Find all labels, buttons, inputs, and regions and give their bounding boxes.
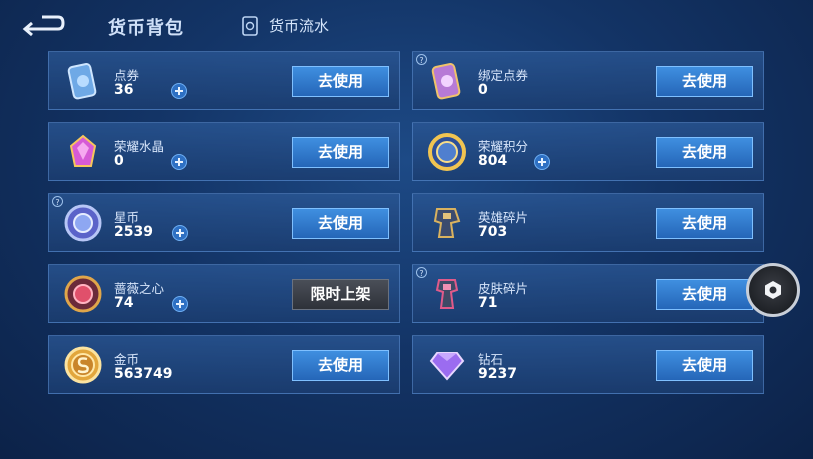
hexagon-icon bbox=[765, 281, 781, 299]
currency-card-bound-coupon: ? 绑定点券 0 去使用 bbox=[412, 51, 764, 110]
use-coupon-button[interactable]: 去使用 bbox=[292, 66, 389, 97]
currency-card-rose-heart: 蔷薇之心 74 限时上架 bbox=[48, 264, 400, 323]
limited-time-tag[interactable]: 限时上架 bbox=[292, 279, 389, 310]
page-title: 货币背包 bbox=[108, 18, 184, 39]
ledger-icon bbox=[242, 15, 258, 36]
use-diamond-button[interactable]: 去使用 bbox=[656, 350, 753, 381]
rose-heart-icon bbox=[64, 275, 102, 313]
back-button[interactable] bbox=[22, 12, 66, 38]
add-rose-heart-button[interactable] bbox=[172, 296, 188, 312]
add-glory-points-button[interactable] bbox=[534, 154, 550, 170]
bound-coupon-icon bbox=[431, 63, 461, 100]
use-glory-points-button[interactable]: 去使用 bbox=[656, 137, 753, 168]
currency-card-glory-points: 荣耀积分 804 去使用 bbox=[412, 122, 764, 181]
back-arrow-icon bbox=[22, 15, 65, 37]
currency-amount: 804 bbox=[478, 153, 508, 169]
currency-amount: 0 bbox=[478, 82, 488, 98]
currency-card-gold-coin: 金币 563749 去使用 bbox=[48, 335, 400, 394]
currency-card-glory-crystal: 荣耀水晶 0 去使用 bbox=[48, 122, 400, 181]
currency-flow-tab[interactable]: 货币流水 bbox=[241, 15, 329, 36]
currency-amount: 9237 bbox=[478, 366, 517, 382]
currency-card-diamond: 钻石 9237 去使用 bbox=[412, 335, 764, 394]
currency-amount: 703 bbox=[478, 224, 508, 240]
currency-amount: 563749 bbox=[114, 366, 173, 382]
floating-menu-button[interactable] bbox=[746, 263, 800, 317]
use-glory-crystal-button[interactable]: 去使用 bbox=[292, 137, 389, 168]
glory-crystal-icon bbox=[69, 134, 97, 167]
star-coin-icon bbox=[64, 204, 102, 242]
use-skin-fragment-button[interactable]: 去使用 bbox=[656, 279, 753, 310]
use-hero-fragment-button[interactable]: 去使用 bbox=[656, 208, 753, 239]
coupon-icon bbox=[67, 63, 97, 100]
currency-card-star-coin: ? 星币 2539 去使用 bbox=[48, 193, 400, 252]
currency-card-skin-fragment: ? 皮肤碎片 71 去使用 bbox=[412, 264, 764, 323]
currency-amount: 36 bbox=[114, 82, 134, 98]
currency-card-hero-fragment: 英雄碎片 703 去使用 bbox=[412, 193, 764, 252]
hero-fragment-icon bbox=[433, 208, 461, 238]
diamond-icon bbox=[429, 352, 465, 381]
currency-card-coupon: 点券 36 去使用 bbox=[48, 51, 400, 110]
gold-coin-icon bbox=[64, 346, 102, 384]
top-bar: 货币背包 货币流水 bbox=[0, 0, 813, 52]
add-star-coin-button[interactable] bbox=[172, 225, 188, 241]
currency-amount: 71 bbox=[478, 295, 498, 311]
skin-fragment-icon bbox=[435, 279, 459, 309]
use-gold-coin-button[interactable]: 去使用 bbox=[292, 350, 389, 381]
currency-amount: 74 bbox=[114, 295, 134, 311]
glory-points-icon bbox=[428, 133, 466, 171]
use-bound-coupon-button[interactable]: 去使用 bbox=[656, 66, 753, 97]
currency-amount: 0 bbox=[114, 153, 124, 169]
currency-flow-label: 货币流水 bbox=[269, 17, 330, 35]
add-coupon-button[interactable] bbox=[171, 83, 187, 99]
currency-amount: 2539 bbox=[114, 224, 153, 240]
add-glory-crystal-button[interactable] bbox=[171, 154, 187, 170]
use-star-coin-button[interactable]: 去使用 bbox=[292, 208, 389, 239]
